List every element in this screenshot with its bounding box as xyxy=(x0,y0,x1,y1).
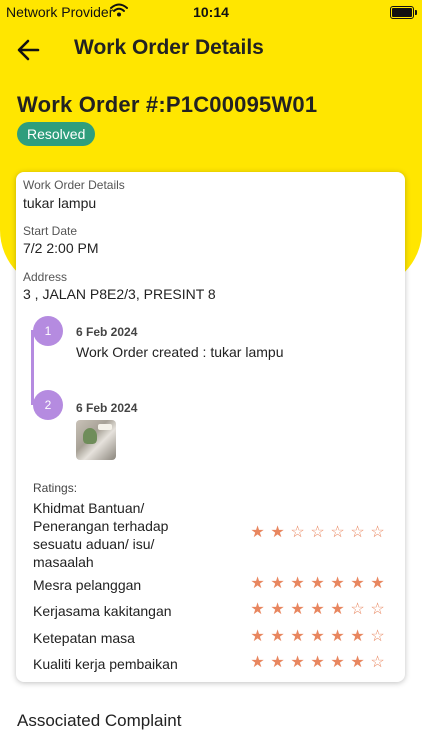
status-badge: Resolved xyxy=(17,122,96,146)
star-filled-icon: ★ xyxy=(310,628,325,645)
timeline-date-1: 6 Feb 2024 xyxy=(76,325,138,339)
thumbnail-plant xyxy=(83,428,97,444)
star-filled-icon: ★ xyxy=(270,654,285,671)
star-filled-icon: ★ xyxy=(270,628,285,645)
timeline-step-2: 2 xyxy=(33,390,63,420)
star-filled-icon: ★ xyxy=(290,575,305,592)
star-filled-icon: ★ xyxy=(270,601,285,618)
details-label: Work Order Details xyxy=(23,178,125,192)
address-label: Address xyxy=(23,270,68,284)
associated-complaint-heading: Associated Complaint xyxy=(17,711,182,730)
ratings-title: Ratings: xyxy=(33,481,78,495)
rating-label: Kerjasama kakitangan xyxy=(33,603,172,619)
thumbnail-lamp xyxy=(98,424,112,430)
timeline-text-1: Work Order created : tukar lampu xyxy=(76,344,284,360)
rating-label: Mesra pelanggan xyxy=(33,577,142,593)
status-bar: Network Provider 10:14 xyxy=(0,0,422,24)
app-bar: Work Order Details xyxy=(0,28,422,72)
rating-stars: ★ ★ ★ ★ ★ ☆ ☆ xyxy=(249,601,386,619)
star-filled-icon: ★ xyxy=(330,601,345,618)
star-filled-icon: ★ xyxy=(350,575,365,592)
star-filled-icon: ★ xyxy=(310,654,325,671)
timeline-step-1: 1 xyxy=(33,316,63,346)
star-filled-icon: ★ xyxy=(290,654,305,671)
rating-label: Khidmat Bantuan/ Penerangan terhadap ses… xyxy=(33,500,169,570)
star-empty-icon: ☆ xyxy=(350,524,365,541)
star-empty-icon: ☆ xyxy=(330,524,345,541)
star-filled-icon: ★ xyxy=(250,524,265,541)
back-button[interactable] xyxy=(14,36,44,64)
rating-stars: ★ ★ ☆ ☆ ☆ ☆ ☆ xyxy=(249,524,386,542)
timeline-connector xyxy=(31,330,34,405)
star-filled-icon: ★ xyxy=(310,575,325,592)
star-filled-icon: ★ xyxy=(250,628,265,645)
details-value: tukar lampu xyxy=(23,195,97,211)
star-filled-icon: ★ xyxy=(330,654,345,671)
star-filled-icon: ★ xyxy=(250,654,265,671)
work-order-number: Work Order #:P1C00095W01 xyxy=(17,92,318,117)
star-empty-icon: ☆ xyxy=(370,654,385,671)
page-title: Work Order Details xyxy=(74,36,264,59)
attachment-thumbnail[interactable] xyxy=(76,420,116,460)
star-filled-icon: ★ xyxy=(250,575,265,592)
rating-label: Ketepatan masa xyxy=(33,630,135,646)
rating-stars: ★ ★ ★ ★ ★ ★ ☆ xyxy=(249,654,386,672)
star-filled-icon: ★ xyxy=(350,628,365,645)
star-filled-icon: ★ xyxy=(330,628,345,645)
star-filled-icon: ★ xyxy=(270,575,285,592)
star-filled-icon: ★ xyxy=(250,601,265,618)
address-value: 3 , JALAN P8E2/3, PRESINT 8 xyxy=(23,286,216,302)
star-filled-icon: ★ xyxy=(330,575,345,592)
timeline-date-2: 6 Feb 2024 xyxy=(76,401,138,415)
clock: 10:14 xyxy=(193,4,229,20)
star-filled-icon: ★ xyxy=(310,601,325,618)
star-filled-icon: ★ xyxy=(270,524,285,541)
star-empty-icon: ☆ xyxy=(370,601,385,618)
star-empty-icon: ☆ xyxy=(290,524,305,541)
start-date-value: 7/2 2:00 PM xyxy=(23,240,99,256)
star-empty-icon: ☆ xyxy=(370,628,385,645)
back-arrow-icon xyxy=(17,39,40,61)
rating-stars: ★ ★ ★ ★ ★ ★ ★ xyxy=(249,575,386,593)
rating-stars: ★ ★ ★ ★ ★ ★ ☆ xyxy=(249,628,386,646)
star-empty-icon: ☆ xyxy=(350,601,365,618)
star-filled-icon: ★ xyxy=(370,575,385,592)
star-filled-icon: ★ xyxy=(350,654,365,671)
star-filled-icon: ★ xyxy=(290,601,305,618)
rating-label: Kualiti kerja pembaikan xyxy=(33,656,178,672)
star-filled-icon: ★ xyxy=(290,628,305,645)
star-empty-icon: ☆ xyxy=(370,524,385,541)
start-date-label: Start Date xyxy=(23,224,78,238)
star-empty-icon: ☆ xyxy=(310,524,325,541)
battery-icon xyxy=(390,6,417,19)
